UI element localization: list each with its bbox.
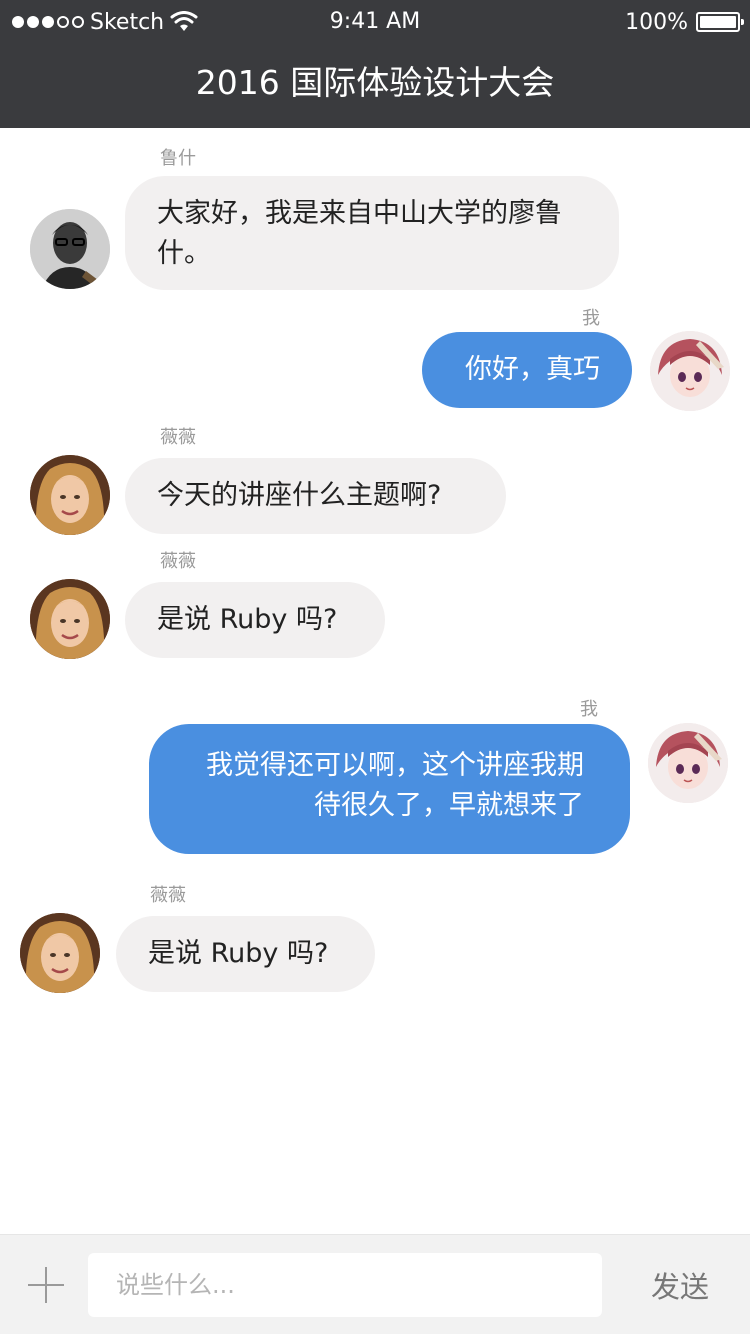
battery-percent: 100% <box>625 9 688 35</box>
message-bubble[interactable]: 你好，真巧 <box>422 332 632 408</box>
message-list[interactable]: 鲁什 大家好，我是来自中山大学的廖鲁什。 我 你好，真巧 薇薇 今天的讲座什么主… <box>0 128 750 1234</box>
plus-icon[interactable] <box>28 1267 64 1303</box>
sender-name: 鲁什 <box>160 148 196 169</box>
avatar-anime-girl-icon[interactable] <box>650 331 730 411</box>
message-bubble[interactable]: 大家好，我是来自中山大学的廖鲁什。 <box>125 176 619 290</box>
status-right: 100% <box>625 8 744 36</box>
send-button[interactable]: 发送 <box>640 1259 720 1311</box>
avatar-woman-icon[interactable] <box>30 455 110 535</box>
battery-icon <box>696 12 744 32</box>
page-title: 2016 国际体验设计大会 <box>195 63 555 102</box>
message-input[interactable] <box>88 1253 602 1317</box>
sender-name: 薇薇 <box>160 551 196 572</box>
sender-name: 我 <box>582 308 600 329</box>
avatar-woman-icon[interactable] <box>20 913 100 993</box>
sender-name: 薇薇 <box>150 885 186 906</box>
avatar-man-icon[interactable] <box>30 209 110 289</box>
avatar-anime-girl-icon[interactable] <box>648 723 728 803</box>
top-bar: Sketch 9:41 AM 100% 2016 国际体验设计大会 <box>0 0 750 128</box>
message-bubble[interactable]: 是说 Ruby 吗? <box>116 916 375 992</box>
sender-name: 薇薇 <box>160 427 196 448</box>
message-bubble[interactable]: 是说 Ruby 吗? <box>125 582 385 658</box>
message-bubble[interactable]: 我觉得还可以啊，这个讲座我期待很久了，早就想来了 <box>149 724 630 854</box>
sender-name: 我 <box>580 699 598 720</box>
input-bar: 发送 <box>0 1234 750 1334</box>
avatar-woman-icon[interactable] <box>30 579 110 659</box>
chat-screen: Sketch 9:41 AM 100% 2016 国际体验设计大会 鲁什 大家好… <box>0 0 750 1334</box>
message-bubble[interactable]: 今天的讲座什么主题啊? <box>125 458 506 534</box>
